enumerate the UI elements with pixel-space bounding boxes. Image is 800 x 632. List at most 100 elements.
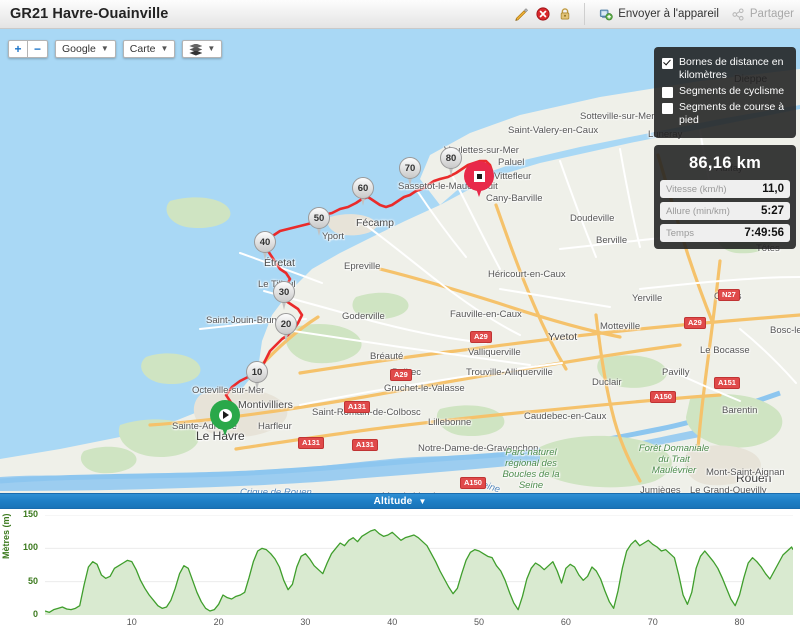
layers-dropdown[interactable]: ▼: [182, 40, 223, 58]
road-shield: A151: [714, 377, 740, 389]
road-shield: A131: [298, 437, 324, 449]
road-shield: N27: [718, 289, 740, 301]
map-label: Fauville-en-Caux: [450, 309, 522, 320]
start-marker[interactable]: [210, 400, 240, 438]
map-label: Valliquerville: [468, 347, 521, 358]
lock-icon[interactable]: [554, 3, 576, 25]
chart-x-tick: 40: [387, 617, 398, 627]
share-icon: [732, 7, 744, 21]
km-marker-80[interactable]: 80: [440, 147, 462, 177]
stat-time: Temps 7:49:56: [660, 224, 790, 242]
map-label-park: Parc naturel régional des Boucles de la …: [502, 447, 560, 491]
map-label: Saint-Valery-en-Caux: [508, 125, 599, 136]
display-options-panel: Bornes de distance en kilomètres Segment…: [654, 47, 796, 138]
option-cycling-segments[interactable]: Segments de cyclisme: [662, 85, 788, 98]
map-provider-dropdown[interactable]: Google ▼: [55, 40, 116, 58]
km-marker-70[interactable]: 70: [399, 157, 421, 187]
chart-x-tick: 30: [300, 617, 311, 627]
chart-y-tick: 0: [32, 609, 38, 619]
device-upload-icon: [600, 9, 613, 20]
chart-x-tick: 50: [474, 617, 485, 627]
altitude-bar-toggle[interactable]: Altitude ▼: [0, 493, 800, 509]
map-provider-label: Google: [62, 43, 96, 55]
map-view[interactable]: Le Havre Sainte-Adresse Octeville-sur-Me…: [0, 29, 800, 493]
option-distance-markers[interactable]: Bornes de distance en kilomètres: [662, 56, 788, 82]
map-type-dropdown[interactable]: Carte ▼: [122, 40, 176, 58]
map-label: Barentin: [722, 405, 758, 416]
pin-label: 50: [308, 207, 330, 229]
chart-x-tick: 10: [126, 617, 137, 627]
chevron-down-icon: ▼: [160, 44, 169, 53]
altitude-chart[interactable]: Mètres (m) 0 50 100 150 10 20 30 40 50 60 70 80: [0, 508, 800, 632]
map-type-label: Carte: [129, 43, 156, 55]
header-divider: [584, 3, 586, 25]
stats-panel: 86,16 km Vitesse (km/h) 11,0 Allure (min…: [654, 145, 796, 249]
chart-x-tick: 80: [734, 617, 745, 627]
option-running-segments[interactable]: Segments de course à pied: [662, 101, 788, 127]
road-shield: A150: [460, 477, 486, 489]
checkbox-running-segments[interactable]: [662, 102, 673, 114]
zoom-out-button[interactable]: −: [28, 40, 48, 58]
map-label: Sotteville-sur-Mer: [580, 111, 655, 122]
stat-pace: Allure (min/km) 5:27: [660, 202, 790, 220]
map-label: Yvetot: [548, 331, 578, 343]
chevron-down-icon: ▼: [418, 496, 427, 506]
km-marker-30[interactable]: 30: [273, 281, 295, 311]
map-label-forest: Forêt Domaniale du Trait Maulévrier: [638, 443, 710, 476]
chart-plot-area: [45, 515, 793, 615]
chart-y-tick: 150: [22, 509, 38, 519]
map-label: Bréauté: [370, 351, 404, 362]
road-shield: A131: [344, 401, 370, 413]
chart-y-tick: 50: [27, 575, 38, 586]
header-actions: Envoyer à l'appareil Partager: [510, 0, 800, 28]
km-marker-60[interactable]: 60: [352, 177, 374, 207]
map-label: Epreville: [344, 261, 381, 272]
share-button[interactable]: Partager: [725, 7, 800, 21]
finish-marker[interactable]: [464, 161, 494, 199]
stat-label: Temps: [666, 227, 694, 239]
zoom-controls: + −: [8, 40, 48, 58]
page-title: GR21 Havre-Ouainville: [10, 6, 169, 22]
delete-icon[interactable]: [532, 3, 554, 25]
chevron-down-icon: ▼: [207, 44, 216, 53]
map-label: Cany-Barville: [486, 193, 543, 204]
chevron-down-icon: ▼: [100, 44, 109, 53]
map-label: Lillebonne: [428, 417, 472, 428]
pin-label: 60: [352, 177, 374, 199]
map-label: Gruchet-le-Valasse: [384, 383, 465, 394]
elevation-fill: [45, 529, 793, 615]
map-overlay-panels: Bornes de distance en kilomètres Segment…: [654, 47, 796, 249]
edit-icon[interactable]: [510, 3, 532, 25]
pin-label: 10: [246, 361, 268, 383]
road-shield: A29: [390, 369, 412, 381]
elevation-profile: [45, 515, 793, 615]
map-label: Caudebec-en-Caux: [524, 411, 607, 422]
checkbox-distance-markers[interactable]: [662, 57, 673, 69]
stat-label: Allure (min/km): [666, 205, 730, 217]
map-label: Jumièges: [640, 485, 681, 493]
map-label: Vittefleur: [494, 171, 532, 182]
send-to-device-button[interactable]: Envoyer à l'appareil: [593, 8, 725, 21]
zoom-in-button[interactable]: +: [8, 40, 28, 58]
marker-head: [210, 400, 240, 430]
map-label: Fécamp: [356, 217, 394, 229]
send-to-device-label: Envoyer à l'appareil: [618, 8, 719, 20]
checkbox-cycling-segments[interactable]: [662, 86, 673, 98]
map-label: Doudeville: [570, 213, 615, 224]
chart-x-tick: 60: [560, 617, 571, 627]
pin-label: 20: [275, 313, 297, 335]
page-header: GR21 Havre-Ouainville Envoyer à l'appare…: [0, 0, 800, 29]
km-marker-50[interactable]: 50: [308, 207, 330, 237]
marker-head: [464, 161, 494, 191]
map-label: Héricourt-en-Caux: [488, 269, 566, 280]
km-marker-20[interactable]: 20: [275, 313, 297, 343]
map-label: Berville: [596, 235, 628, 246]
play-icon: [218, 408, 232, 422]
map-label: Mont-Saint-Aignan: [706, 467, 785, 478]
map-label: Paluel: [498, 157, 525, 168]
map-label: Motteville: [600, 321, 641, 332]
route-detail-page: GR21 Havre-Ouainville Envoyer à l'appare…: [0, 0, 800, 632]
map-label: Duclair: [592, 377, 622, 388]
km-marker-40[interactable]: 40: [254, 231, 276, 261]
km-marker-10[interactable]: 10: [246, 361, 268, 391]
